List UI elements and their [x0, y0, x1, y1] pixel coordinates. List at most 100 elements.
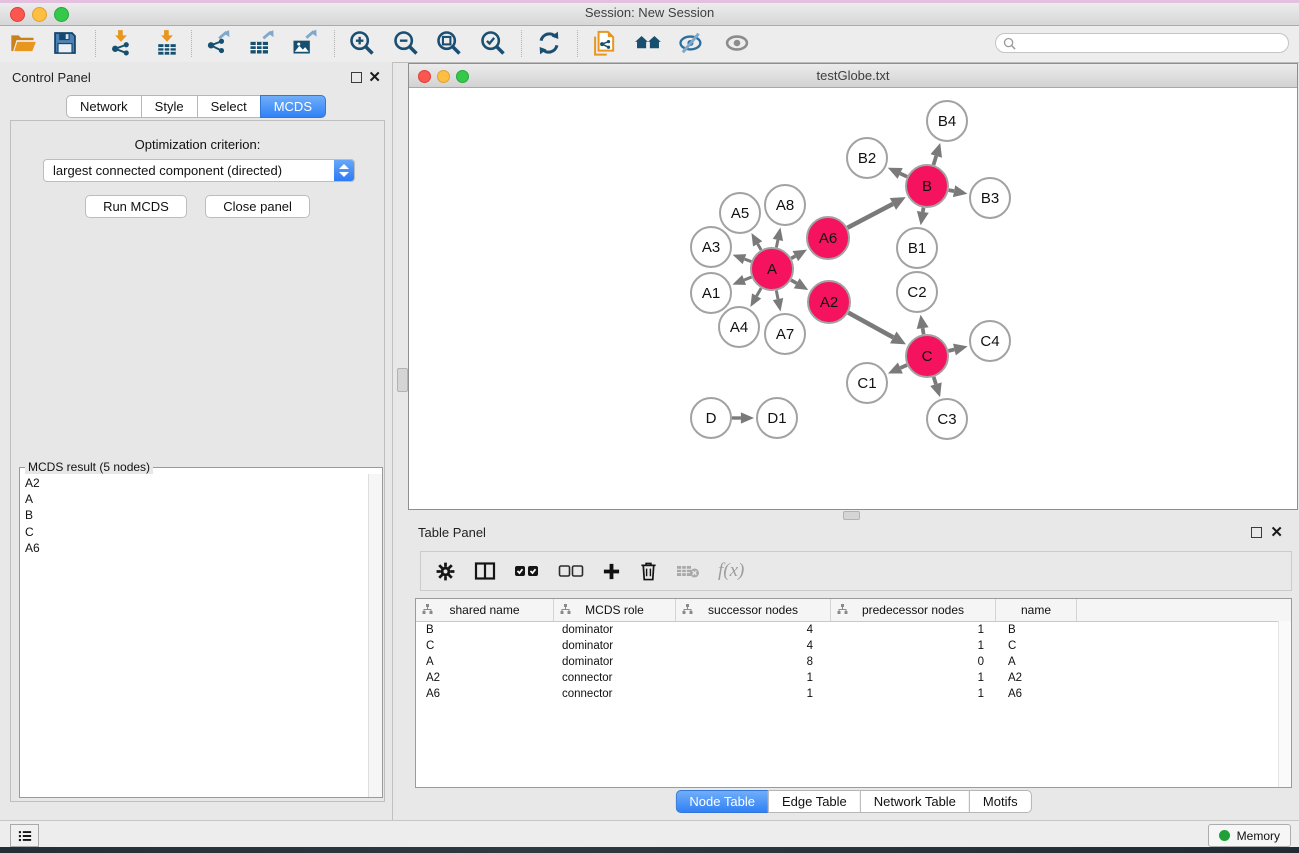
table-panel: Table Panel ✕ f(x) shared nameMCDS roles…: [408, 517, 1299, 820]
zoom-fit-icon[interactable]: [435, 29, 463, 57]
toolbar-separator: [191, 30, 192, 57]
search-input[interactable]: [1016, 34, 1288, 52]
graph-edge[interactable]: [791, 256, 795, 258]
tab-edge-table[interactable]: Edge Table: [768, 790, 861, 813]
import-network-icon[interactable]: [107, 29, 135, 57]
float-panel-icon[interactable]: [351, 72, 362, 83]
table-scrollbar[interactable]: [1278, 621, 1291, 787]
table-cell: dominator: [554, 656, 676, 668]
export-network-icon[interactable]: [204, 29, 232, 57]
column-header-name[interactable]: name: [996, 599, 1077, 621]
tab-motifs[interactable]: Motifs: [969, 790, 1032, 813]
export-image-icon[interactable]: [290, 29, 318, 57]
tab-style[interactable]: Style: [141, 95, 198, 118]
mcds-result-legend: MCDS result (5 nodes): [25, 460, 153, 474]
table-row[interactable]: Bdominator41B: [416, 622, 1291, 638]
run-mcds-button[interactable]: Run MCDS: [85, 195, 187, 218]
table-cell: dominator: [554, 640, 676, 652]
tab-mcds[interactable]: MCDS: [260, 95, 326, 118]
graph-edge[interactable]: [776, 240, 778, 248]
graph-node-label: A2: [820, 294, 838, 311]
network-view-window: testGlobe.txt B4B2BB3A8A5A6A3B1AC2A1A2A4…: [408, 63, 1298, 510]
table-header-row[interactable]: shared nameMCDS rolesuccessor nodesprede…: [416, 599, 1291, 622]
column-header-shared-name[interactable]: shared name: [416, 599, 554, 621]
app-titlebar: Session: New Session: [0, 0, 1299, 26]
zoom-out-icon[interactable]: [392, 29, 420, 57]
search-field[interactable]: [995, 33, 1289, 53]
graph-edge[interactable]: [744, 277, 751, 280]
desktop-background: [0, 847, 1299, 853]
graph-edge[interactable]: [848, 313, 893, 338]
table-cell: A2: [996, 672, 1077, 684]
deselect-all-rows-icon[interactable]: [558, 564, 584, 578]
first-neighbors-icon[interactable]: [634, 29, 662, 57]
graph-edge[interactable]: [744, 259, 751, 261]
hierarchy-icon: [682, 604, 693, 615]
graph-edge[interactable]: [934, 377, 936, 384]
zoom-in-icon[interactable]: [348, 29, 376, 57]
column-header-predecessor-nodes[interactable]: predecessor nodes: [831, 599, 996, 621]
float-table-panel-icon[interactable]: [1251, 527, 1262, 538]
import-table-icon[interactable]: [153, 29, 181, 57]
table-row[interactable]: Cdominator41C: [416, 638, 1291, 654]
table-cell: dominator: [554, 624, 676, 636]
create-new-column-icon[interactable]: [602, 562, 621, 581]
column-header-MCDS-role[interactable]: MCDS role: [554, 599, 676, 621]
graph-node-label: D: [706, 410, 717, 427]
control-panel-title: Control Panel: [12, 70, 91, 85]
dropdown-stepper-icon: [334, 160, 354, 181]
criterion-dropdown[interactable]: largest connected component (directed): [43, 159, 355, 182]
tab-node-table[interactable]: Node Table: [675, 790, 769, 813]
hide-graphics-details-icon[interactable]: [677, 29, 705, 57]
memory-button[interactable]: Memory: [1208, 824, 1291, 847]
graph-edge[interactable]: [758, 244, 761, 250]
show-column-panel-icon[interactable]: [474, 561, 496, 581]
vertical-splitter-handle[interactable]: [397, 368, 408, 392]
select-all-rows-icon[interactable]: [514, 564, 540, 578]
function-builder-icon: f(x): [718, 560, 744, 582]
result-scrollbar[interactable]: [368, 474, 382, 797]
control-panel-tabs: NetworkStyleSelectMCDS: [66, 95, 326, 118]
graph-edge[interactable]: [923, 328, 924, 334]
search-icon: [1003, 37, 1016, 50]
zoom-selected-icon[interactable]: [479, 29, 507, 57]
close-panel-button[interactable]: Close panel: [205, 195, 310, 218]
graph-edge[interactable]: [948, 349, 954, 350]
column-header-successor-nodes[interactable]: successor nodes: [676, 599, 831, 621]
graph-edge[interactable]: [900, 173, 907, 176]
column-header-filler: [1077, 599, 1291, 621]
network-canvas[interactable]: B4B2BB3A8A5A6A3B1AC2A1A2A4A7C4CC1DD1C3: [409, 88, 1297, 509]
tab-network-table[interactable]: Network Table: [860, 790, 970, 813]
create-network-from-selection-icon[interactable]: [591, 29, 619, 57]
tab-select[interactable]: Select: [197, 95, 261, 118]
graph-node-label: A4: [730, 319, 748, 336]
close-panel-icon[interactable]: ✕: [368, 72, 381, 83]
graph-edge[interactable]: [847, 204, 892, 228]
show-graphics-details-icon[interactable]: [723, 29, 751, 57]
table-cell: A2: [416, 672, 554, 684]
table-row[interactable]: A2connector11A2: [416, 670, 1291, 686]
graph-edge[interactable]: [949, 190, 954, 191]
mcds-result-item: A: [25, 491, 382, 507]
save-session-icon[interactable]: [51, 29, 79, 57]
graph-edge[interactable]: [757, 288, 762, 296]
graph-edge[interactable]: [933, 156, 936, 165]
table-row[interactable]: Adominator80A: [416, 654, 1291, 670]
delete-columns-icon[interactable]: [639, 561, 658, 582]
open-session-icon[interactable]: [9, 29, 37, 57]
graph-edge[interactable]: [900, 365, 907, 368]
graph-edge[interactable]: [776, 291, 778, 300]
tab-network[interactable]: Network: [66, 95, 142, 118]
task-history-button[interactable]: [10, 824, 39, 847]
table-row[interactable]: A6connector11A6: [416, 686, 1291, 702]
graph-edge[interactable]: [923, 208, 924, 212]
table-options-icon[interactable]: [435, 561, 456, 582]
hierarchy-icon: [837, 604, 848, 615]
network-window-titlebar[interactable]: testGlobe.txt: [409, 64, 1297, 88]
table-cell: connector: [554, 688, 676, 700]
close-table-panel-icon[interactable]: ✕: [1270, 527, 1283, 538]
export-table-icon[interactable]: [247, 29, 275, 57]
graph-node-label: B2: [858, 150, 876, 167]
refresh-view-icon[interactable]: [535, 29, 563, 57]
graph-edge[interactable]: [791, 280, 797, 283]
